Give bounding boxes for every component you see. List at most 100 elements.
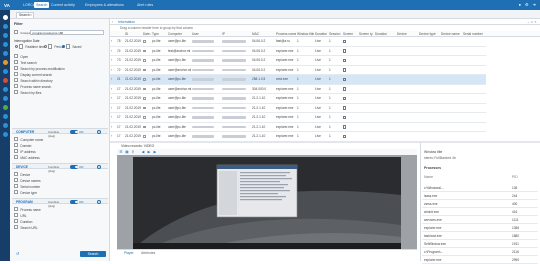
table-row[interactable]: ›1721.02.2019 11:09:1pc-liteuser@pc-lite…	[110, 93, 540, 104]
computer-filter-section[interactable]: COMPUTER Combine (plug) OR	[12, 128, 108, 138]
filter-process-name[interactable]: Process name	[14, 207, 40, 212]
filter-ip-address[interactable]: IP address	[14, 149, 35, 154]
document-icon[interactable]	[343, 68, 346, 72]
filter-device[interactable]: Device	[14, 172, 30, 177]
program-filter-section[interactable]: PROGRAM Combine (plug) OR	[12, 198, 108, 208]
monitor-icon[interactable]	[2, 24, 8, 29]
tab-information[interactable]: Information	[118, 20, 135, 25]
cell-screen-type[interactable]	[342, 93, 358, 104]
tab-attributes[interactable]: Attributes	[141, 251, 155, 256]
table-row[interactable]: ›1721.02.2019 11:09:1pc-liteuser@pc-lite…	[110, 112, 540, 123]
search-button[interactable]: Search	[80, 251, 106, 257]
panel-window-controls[interactable]: –□×	[528, 20, 538, 25]
cell-screen-type[interactable]	[342, 55, 358, 66]
device-or-toggle[interactable]	[70, 165, 78, 169]
tab-employees[interactable]: Employees & alterations	[83, 2, 126, 8]
cell-screen-type[interactable]	[342, 131, 358, 141]
process-row[interactable]: c:\Program\... 2116	[422, 248, 538, 256]
cell-screen-type[interactable]	[342, 46, 358, 56]
document-icon[interactable]	[343, 77, 346, 82]
clock-icon[interactable]	[2, 51, 8, 56]
device-settings-icon[interactable]	[97, 165, 101, 169]
process-row[interactable]: csrss.exe 400	[422, 200, 538, 208]
filter-computer-name[interactable]: Computer name	[14, 137, 43, 142]
document-icon[interactable]	[343, 106, 346, 110]
help-icon[interactable]	[2, 132, 8, 137]
event-filter-open[interactable]: Open	[14, 54, 28, 59]
tab-alert-rules[interactable]: Alert rules	[135, 2, 155, 8]
video-player[interactable]	[117, 155, 417, 249]
table-row[interactable]: ›1721.02.2019 11:09:1pc-liteuser@pc-lite…	[110, 131, 540, 141]
folder-icon[interactable]	[2, 69, 8, 74]
process-row[interactable]: lsass.exe 244	[422, 192, 538, 200]
play-icon[interactable]: ▶	[147, 150, 151, 154]
settings-icon[interactable]: ⚙	[525, 2, 529, 8]
filter-serial-number[interactable]: Serial number	[14, 184, 40, 189]
document-icon[interactable]	[343, 96, 346, 101]
zoom-icon[interactable]: ⚲	[131, 150, 135, 154]
document-icon[interactable]	[343, 125, 346, 129]
table-row[interactable]: ›1721.02.2019 11:09:1pc-liteuser@pc-lite…	[110, 122, 540, 132]
clear-filter-icon[interactable]: ↺	[16, 252, 20, 256]
search-icon[interactable]	[2, 15, 8, 20]
document-icon[interactable]	[343, 134, 346, 139]
filter-search-url[interactable]: Search URL	[14, 225, 37, 230]
process-row[interactable]: taskhost.exe 1880	[422, 232, 538, 240]
document-icon[interactable]	[2, 87, 8, 92]
document-icon[interactable]	[343, 115, 346, 120]
database-icon[interactable]	[2, 114, 8, 119]
process-row[interactable]: explorer.exe 2990	[422, 256, 538, 264]
process-row[interactable]: c:\Windows\... 136	[422, 184, 538, 192]
logout-icon[interactable]: ➜	[533, 2, 536, 8]
document-icon[interactable]	[343, 87, 346, 91]
device-combine-select[interactable]: Combine (plug)	[48, 165, 66, 173]
filter-device-names[interactable]: Device names	[14, 178, 40, 183]
alert-icon[interactable]	[2, 60, 8, 65]
process-row[interactable]: SetWindow.exe 1911	[422, 240, 538, 248]
event-filter-directory[interactable]: Search within directory	[14, 78, 52, 83]
program-or-toggle[interactable]	[70, 200, 78, 204]
user-icon[interactable]: ●	[519, 2, 521, 8]
filter-url[interactable]: URL	[14, 213, 26, 218]
date-option-period-radio[interactable]	[44, 45, 48, 49]
table-row[interactable]: ›7321.02.2019 11:09:1pc-liteuser@pc-lite…	[110, 55, 540, 66]
gear-icon[interactable]	[2, 96, 8, 101]
network-icon[interactable]	[2, 123, 8, 128]
cell-screen-type[interactable]	[342, 36, 358, 47]
prev-frame-icon[interactable]: ◀	[141, 150, 145, 154]
computer-settings-icon[interactable]	[97, 130, 101, 134]
cell-screen-type[interactable]	[342, 74, 358, 85]
groups-select[interactable]: program.local-pros.x86	[30, 29, 104, 35]
table-row[interactable]: ›1721.02.2019 11:09:1pc-liteuser@anchor.…	[110, 84, 540, 94]
process-row[interactable]: wininit.exe 416	[422, 208, 538, 216]
list-icon[interactable]: ☰	[119, 150, 123, 154]
tab-player[interactable]: Player	[124, 251, 134, 256]
tab-search[interactable]: Search	[34, 2, 50, 8]
filter-device-type[interactable]: Device type	[14, 190, 37, 195]
report-icon[interactable]	[2, 105, 8, 110]
cell-screen-type[interactable]	[342, 112, 358, 123]
event-filter-process-name[interactable]: Process name search	[14, 84, 51, 89]
next-frame-icon[interactable]: ▶	[153, 150, 157, 154]
close-icon[interactable]: ×	[30, 12, 32, 18]
document-icon[interactable]	[343, 49, 346, 53]
cell-screen-type[interactable]	[342, 122, 358, 132]
cell-screen-type[interactable]	[342, 84, 358, 94]
document-icon[interactable]	[343, 58, 346, 63]
device-filter-section[interactable]: DEVICE Combine (plug) OR	[12, 163, 108, 173]
process-row[interactable]: services.exe 1111	[422, 216, 538, 224]
grid-icon[interactable]: ▦	[125, 150, 129, 154]
filter-duration[interactable]: Duration	[14, 219, 32, 224]
table-row[interactable]: ›7421.02.2019 11:09:1pc-litetest@anchor.…	[110, 46, 540, 56]
program-settings-icon[interactable]	[97, 200, 101, 204]
event-filter-files[interactable]: Search by files	[14, 90, 41, 95]
process-row[interactable]: explorer.exe 1356	[422, 224, 538, 232]
table-row[interactable]: ›2121.02.2019 11:09:1pc-liteuser@pc-lite…	[110, 74, 540, 85]
event-filter-display-current[interactable]: Display current search	[14, 72, 52, 77]
event-filter-text-search[interactable]: Text search	[14, 60, 36, 65]
computer-or-toggle[interactable]	[70, 130, 78, 134]
filter-mac-address[interactable]: MAC address	[14, 155, 39, 160]
users-icon[interactable]	[2, 42, 8, 47]
date-option-saved-radio[interactable]	[62, 45, 66, 49]
document-icon[interactable]	[343, 39, 346, 44]
